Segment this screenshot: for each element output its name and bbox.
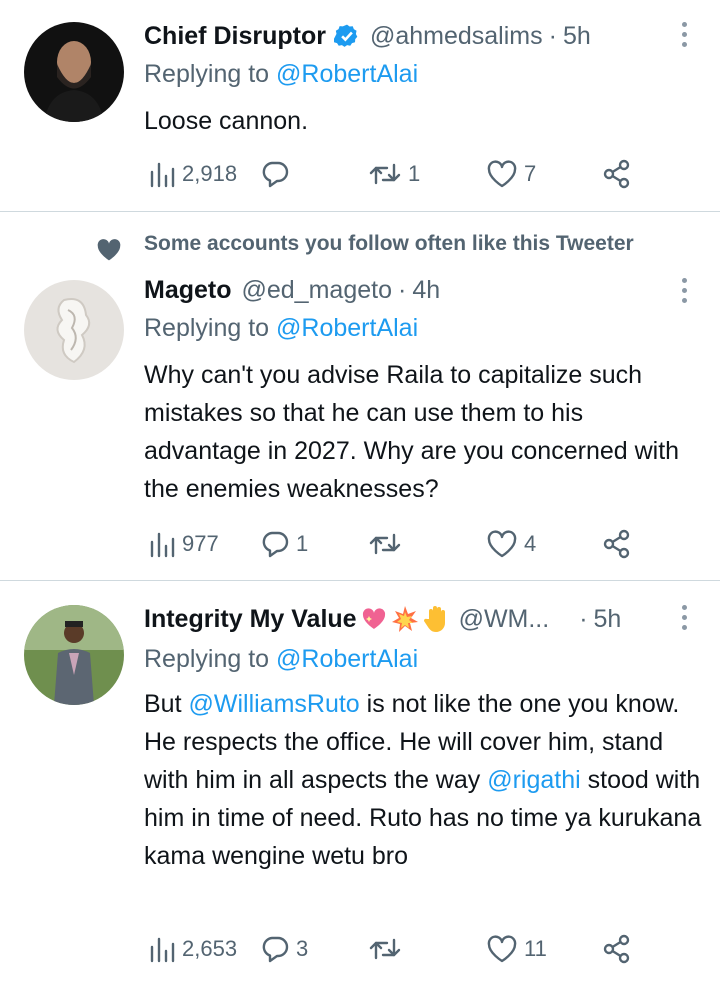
- mention-link[interactable]: @WilliamsRuto: [188, 690, 359, 718]
- tweet-header: Integrity My Value @WM... · 5h: [144, 601, 660, 637]
- action-bar: 977 1 4: [140, 524, 640, 564]
- reply-button[interactable]: 1: [260, 524, 308, 564]
- user-handle[interactable]: @ahmedsalims: [370, 22, 543, 51]
- reply-button[interactable]: 3: [260, 929, 308, 969]
- replying-to: Replying to @RobertAlai: [144, 314, 418, 343]
- share-icon: [603, 934, 630, 964]
- social-context: Some accounts you follow often like this…: [0, 230, 720, 266]
- views-count: 2,918: [182, 161, 238, 186]
- heart-icon: [97, 239, 121, 261]
- mention-link[interactable]: @rigathi: [487, 766, 580, 794]
- avatar-image: [24, 22, 124, 122]
- action-bar: 2,918 1 7: [140, 154, 640, 194]
- tweet-text: But @WilliamsRuto is not like the one yo…: [144, 685, 704, 875]
- likes-count: 4: [524, 531, 537, 556]
- views-button[interactable]: 2,653: [148, 929, 237, 969]
- tweet-header: Mageto @ed_mageto · 4h: [144, 272, 660, 308]
- share-icon: [603, 529, 630, 559]
- timestamp[interactable]: 4h: [412, 276, 440, 305]
- views-icon: [150, 937, 175, 963]
- avatar[interactable]: [24, 280, 124, 380]
- mention-link[interactable]: @RobertAlai: [276, 645, 418, 673]
- verified-badge-icon: [333, 24, 358, 47]
- display-name[interactable]: Chief Disruptor: [144, 22, 326, 51]
- avatar[interactable]: [24, 22, 124, 122]
- raised-hand-icon: [423, 606, 445, 632]
- reply-icon: [262, 161, 289, 188]
- more-icon[interactable]: [678, 605, 690, 635]
- display-name[interactable]: Integrity My Value: [144, 605, 357, 634]
- retweet-icon: [369, 938, 401, 960]
- replying-label: Replying to: [144, 645, 277, 673]
- views-count: 977: [182, 531, 219, 556]
- retweet-button[interactable]: 1: [368, 154, 420, 194]
- replies-count: 1: [296, 531, 309, 556]
- like-icon: [487, 530, 517, 558]
- tweet-text: Why can't you advise Raila to capitalize…: [144, 361, 680, 503]
- replying-to: Replying to @RobertAlai: [144, 645, 418, 674]
- like-button[interactable]: 4: [486, 524, 536, 564]
- like-icon: [487, 935, 517, 963]
- replies-count: 3: [296, 936, 309, 961]
- views-icon: [150, 532, 175, 558]
- share-button[interactable]: [602, 524, 632, 564]
- avatar-image: [24, 605, 124, 705]
- replying-label: Replying to: [144, 314, 277, 342]
- tweet-header: Chief Disruptor @ahmedsalims · 5h: [144, 18, 660, 54]
- like-button[interactable]: 11: [486, 929, 547, 969]
- mention-link[interactable]: @RobertAlai: [276, 60, 418, 88]
- collision-icon: [391, 606, 418, 632]
- avatar[interactable]: [24, 605, 124, 705]
- retweet-button[interactable]: [368, 524, 408, 564]
- separator-dot: ·: [548, 21, 557, 50]
- views-count: 2,653: [182, 936, 238, 961]
- tweet-text: Loose cannon.: [144, 107, 309, 135]
- user-handle[interactable]: @ed_mageto: [242, 276, 392, 305]
- separator-dot: ·: [397, 275, 407, 304]
- retweet-button[interactable]: [368, 929, 408, 969]
- mention-link[interactable]: @RobertAlai: [276, 314, 418, 342]
- sparkling-heart-icon: [362, 608, 385, 629]
- timestamp[interactable]: 5h: [594, 605, 622, 634]
- views-button[interactable]: 977: [148, 524, 219, 564]
- user-handle[interactable]: @WM...: [459, 605, 550, 634]
- more-icon[interactable]: [678, 278, 690, 308]
- retweets-count: 1: [408, 161, 421, 186]
- timestamp[interactable]: 5h: [563, 22, 591, 51]
- separator-dot: ·: [579, 604, 588, 633]
- reply-icon: [262, 936, 289, 963]
- action-bar: 2,653 3 11: [140, 929, 640, 969]
- views-icon: [150, 162, 175, 188]
- like-button[interactable]: 7: [486, 154, 536, 194]
- tweet[interactable]: Integrity My Value @WM... · 5h Replying …: [0, 581, 720, 981]
- tweet[interactable]: Some accounts you follow often like this…: [0, 212, 720, 580]
- replying-label: Replying to: [144, 60, 277, 88]
- display-name[interactable]: Mageto: [144, 276, 232, 305]
- likes-count: 11: [524, 936, 547, 961]
- social-context-text: Some accounts you follow often like this…: [144, 232, 634, 255]
- avatar-image: [24, 280, 124, 380]
- share-icon: [603, 159, 630, 189]
- replying-to: Replying to @RobertAlai: [144, 60, 418, 89]
- retweet-icon: [369, 163, 401, 185]
- views-button[interactable]: 2,918: [148, 154, 237, 194]
- share-button[interactable]: [602, 929, 632, 969]
- likes-count: 7: [524, 161, 537, 186]
- tweet[interactable]: Chief Disruptor @ahmedsalims · 5h Replyi…: [0, 0, 720, 212]
- text-part: But: [144, 690, 189, 718]
- like-icon: [487, 160, 517, 188]
- retweet-icon: [369, 533, 401, 555]
- share-button[interactable]: [602, 154, 632, 194]
- more-icon[interactable]: [678, 22, 690, 52]
- reply-button[interactable]: [260, 154, 296, 194]
- reply-icon: [262, 531, 289, 558]
